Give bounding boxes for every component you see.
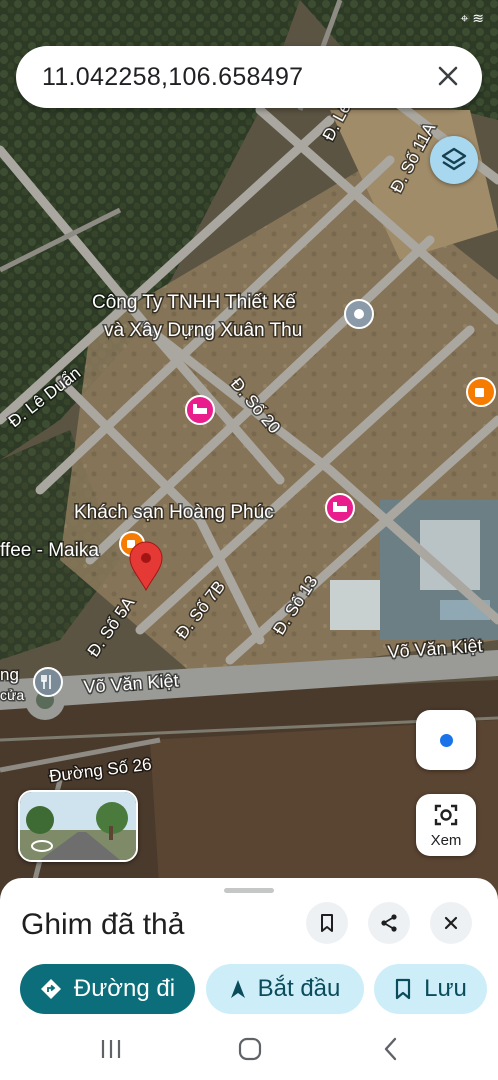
my-location-button[interactable] [416,710,476,770]
close-icon [444,916,458,930]
navigation-arrow-icon [230,980,245,998]
close-sheet-button[interactable] [430,902,472,944]
company-label-line2: và Xây Dựng Xuân Thu [104,320,302,341]
road-so-20: Đ. Số 20 [227,374,284,437]
road-duong-so-26: Đường Số 26 [48,755,152,786]
road-le-duan: Đ. Lê Duẩn [5,363,84,431]
wifi-icon: ≋ [472,10,484,26]
search-bar[interactable]: 11.042258,106.658497 [16,46,482,108]
directions-button[interactable]: Đường đi [20,964,195,1014]
road-so-5a: Đ. Số 5A [84,593,139,660]
search-input[interactable]: 11.042258,106.658497 [42,63,303,92]
directions-label: Đường đi [73,975,176,1002]
sheet-drag-handle[interactable] [224,888,274,893]
restaurant-label-1: ng [0,665,19,684]
layers-button[interactable] [430,136,478,184]
lens-view-button[interactable]: Xem [416,794,476,856]
restaurant-icon [33,667,63,697]
company-marker-icon [344,299,374,329]
restaurant-label-2: cửa [0,687,24,703]
cafe-icon [466,377,496,407]
dropped-pin-icon [129,541,163,592]
share-button[interactable] [368,902,410,944]
company-label-line1: Công Ty TNHH Thiết Kế [92,292,296,313]
hotel-icon [325,493,355,523]
save-icon-button[interactable] [306,902,348,944]
start-navigation-button[interactable]: Bắt đầu [206,964,364,1014]
sheet-title: Ghim đã thả [21,908,185,941]
start-label: Bắt đầu [257,975,341,1002]
location-dot-icon [440,734,453,747]
status-bar: ⌖ ≋ [460,10,484,27]
bookmark-icon [321,914,333,932]
road-so-7b: Đ. Số 7B [172,577,229,642]
lens-view-label: Xem [430,832,462,849]
share-icon [381,914,397,932]
road-vo-van-kiet-right: Võ Văn Kiệt [387,635,483,662]
bookmark-icon [396,978,411,1000]
layers-icon [441,147,467,171]
location-status-icon: ⌖ [460,10,469,26]
system-nav-bar [0,1028,498,1080]
directions-icon [40,979,61,999]
rotate-360-icon [31,840,53,852]
road-vo-van-kiet-left: Võ Văn Kiệt [83,670,179,697]
lens-icon [434,804,458,826]
cafe-label: ffee - Maika [0,540,99,561]
hotel-label: Khách sạn Hoàng Phúc [74,502,274,523]
road-so-13: Đ. Số 13 [269,572,321,638]
save-label: Lưu [424,975,467,1002]
hotel-icon [185,395,215,425]
save-button[interactable]: Lưu [374,964,487,1014]
close-icon[interactable] [432,60,464,92]
street-view-thumbnail[interactable] [18,790,138,862]
